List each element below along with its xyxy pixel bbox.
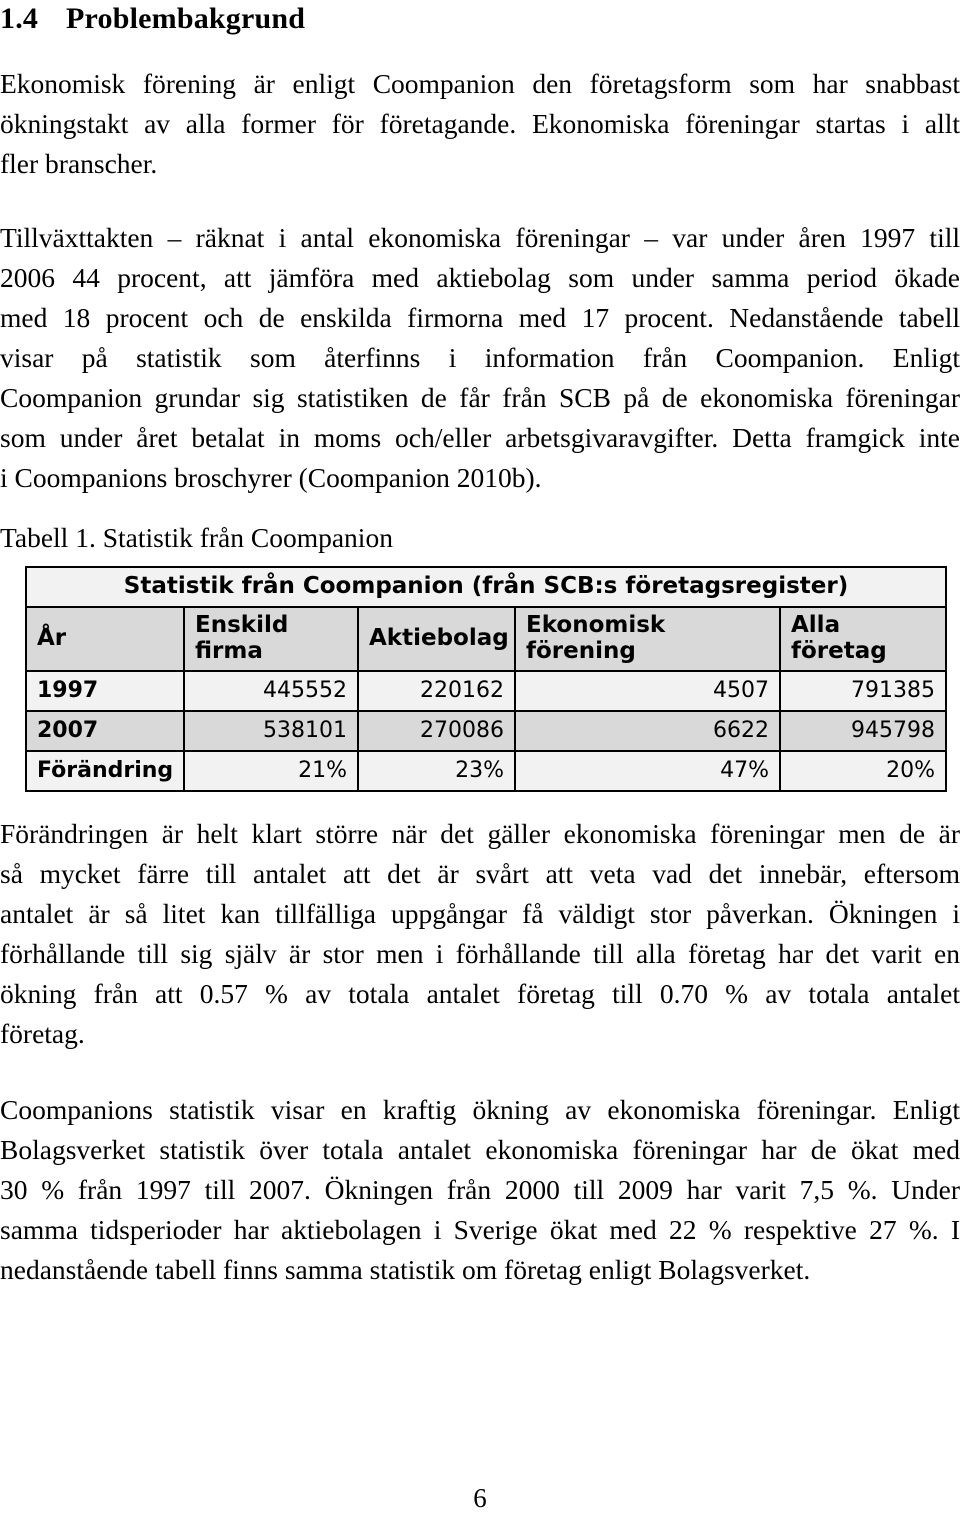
cell-1997-enskild-firma: 445552	[183, 670, 359, 712]
paragraph-2-line-4: visar på statistik som återfinns i infor…	[0, 342, 960, 373]
paragraph-1-line-2: ökningstakt av alla former för företagan…	[0, 108, 960, 139]
section-number: 1.4	[0, 2, 39, 35]
row-label-1997: 1997	[25, 670, 185, 712]
section-title: Problembakgrund	[66, 2, 306, 35]
paragraph-4-line-3: 30 % från 1997 till 2007. Ökningen från …	[0, 1174, 960, 1205]
paragraph-2-line-3: med 18 procent och de enskilda firmorna …	[0, 302, 960, 333]
paragraph-3-line-1: Förändringen är helt klart större när de…	[0, 818, 960, 849]
page-title: 1.4 Problembakgrund	[0, 0, 960, 36]
column-header-aktiebolag: Aktiebolag	[357, 606, 516, 672]
cell-2007-alla-foretag: 945798	[778, 710, 948, 752]
document-page: 1.4 Problembakgrund Ekonomisk förening ä…	[0, 0, 960, 1539]
column-header-alla-foretag: Alla företag	[778, 606, 948, 672]
paragraph-3: Förändringen är helt klart större när de…	[0, 814, 960, 1054]
paragraph-4-line-5: nedanstående tabell finns samma statisti…	[0, 1254, 811, 1285]
paragraph-1-line-3: fler branscher.	[0, 148, 158, 179]
table-title-row: Statistik från Coompanion (från SCB:s fö…	[24, 566, 948, 608]
paragraph-3-line-4: förhållande till sig själv är stor men i…	[0, 938, 960, 969]
column-header-ekonomisk-forening: Ekonomisk förening	[514, 606, 781, 672]
row-label-forandring: Förändring	[25, 750, 185, 792]
page-number: 6	[473, 1483, 487, 1513]
cell-2007-ekonomisk-forening: 6622	[514, 710, 781, 752]
paragraph-1: Ekonomisk förening är enligt Coompanion …	[0, 64, 960, 184]
table-caption: Tabell 1. Statistik från Coompanion	[0, 522, 393, 553]
paragraph-2-line-1: Tillväxttakten – räknat i antal ekonomis…	[0, 222, 960, 253]
statistics-table-container: Statistik från Coompanion (från SCB:s fö…	[0, 566, 960, 792]
table-row: 1997 445552 220162 4507 791385	[25, 670, 948, 712]
page-content: 1.4 Problembakgrund Ekonomisk förening ä…	[0, 0, 960, 1290]
table-row: 2007 538101 270086 6622 945798	[25, 710, 948, 752]
cell-2007-enskild-firma: 538101	[183, 710, 359, 752]
table-row: Förändring 21% 23% 47% 20%	[25, 750, 948, 792]
cell-forandring-enskild-firma: 21%	[183, 750, 359, 792]
table-header-row: År Enskild firma Aktiebolag Ekonomisk fö…	[25, 606, 948, 672]
paragraph-4-line-2: Bolagsverket statistik över totala antal…	[0, 1134, 960, 1165]
cell-forandring-alla-foretag: 20%	[778, 750, 948, 792]
cell-2007-aktiebolag: 270086	[357, 710, 516, 752]
paragraph-3-line-3: antalet är så litet kan tillfälliga uppg…	[0, 898, 960, 929]
row-label-2007: 2007	[25, 710, 185, 752]
paragraph-2-line-7: i Coompanions broschyrer (Coompanion 201…	[0, 462, 542, 493]
column-header-ar: År	[25, 606, 185, 672]
paragraph-3-line-6: företag.	[0, 1018, 85, 1049]
cell-forandring-ekonomisk-forening: 47%	[514, 750, 781, 792]
paragraph-4: Coompanions statistik visar en kraftig ö…	[0, 1090, 960, 1290]
table-title: Statistik från Coompanion (från SCB:s fö…	[24, 566, 948, 608]
paragraph-1-line-1: Ekonomisk förening är enligt Coompanion …	[0, 68, 960, 99]
column-header-enskild-firma: Enskild firma	[183, 606, 359, 672]
cell-1997-alla-foretag: 791385	[778, 670, 948, 712]
paragraph-3-line-2: så mycket färre till antalet att det är …	[0, 858, 960, 889]
paragraph-2: Tillväxttakten – räknat i antal ekonomis…	[0, 218, 960, 498]
paragraph-2-line-6: som under året betalat in moms och/eller…	[0, 422, 960, 453]
paragraph-2-line-5: Coompanion grundar sig statistiken de få…	[0, 382, 960, 413]
cell-forandring-aktiebolag: 23%	[357, 750, 516, 792]
statistics-table: Statistik från Coompanion (från SCB:s fö…	[24, 566, 948, 792]
table-body: 1997 445552 220162 4507 791385 2007 5381…	[25, 670, 948, 792]
table-head: Statistik från Coompanion (från SCB:s fö…	[24, 566, 948, 672]
paragraph-4-line-1: Coompanions statistik visar en kraftig ö…	[0, 1094, 960, 1125]
cell-1997-ekonomisk-forening: 4507	[514, 670, 781, 712]
cell-1997-aktiebolag: 220162	[357, 670, 516, 712]
paragraph-2-line-2: 2006 44 procent, att jämföra med aktiebo…	[0, 262, 960, 293]
paragraph-3-line-5: ökning från att 0.57 % av totala antalet…	[0, 978, 960, 1009]
paragraph-4-line-4: samma tidsperioder har aktiebolagen i Sv…	[0, 1214, 960, 1245]
